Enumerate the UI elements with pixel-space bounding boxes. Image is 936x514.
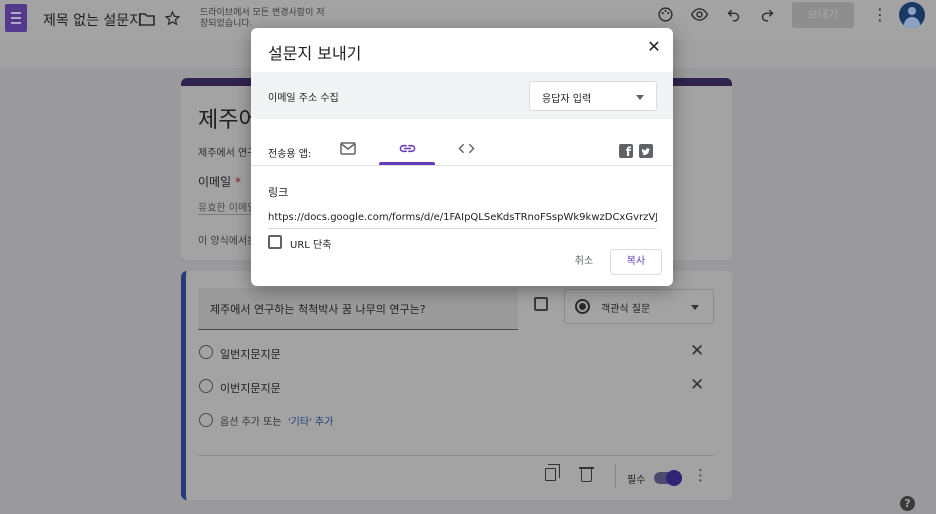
preview-icon[interactable] — [690, 7, 709, 25]
doc-title[interactable]: 제목 없는 설문지 — [43, 10, 142, 30]
undo-icon[interactable] — [726, 7, 741, 25]
form-description[interactable]: 제주에서 연구 — [198, 144, 256, 159]
option-label[interactable]: 이번지문지문 — [220, 380, 281, 396]
dialog-title: 설문지 보내기 — [268, 44, 362, 63]
or-text: 또는 — [263, 417, 282, 428]
link-icon — [399, 144, 416, 153]
more-vert-icon[interactable]: ⋮ — [872, 7, 888, 23]
twitter-icon[interactable] — [639, 144, 653, 158]
help-icon[interactable]: ? — [900, 496, 915, 511]
collect-email-row: 이메일 주소 수집 응답자 입력 — [251, 72, 673, 119]
copy-button[interactable]: 복사 — [610, 249, 662, 275]
email-question-label: 이메일 * — [198, 175, 241, 189]
save-status: 드라이브에서 모든 변경사항이 저장되었습니다. — [200, 8, 325, 29]
email-underline — [198, 214, 253, 215]
forms-logo-icon[interactable] — [5, 4, 27, 32]
question-more-icon[interactable]: ⋮ — [693, 468, 708, 483]
option-label[interactable]: 일번지문지문 — [220, 346, 281, 362]
radio-checked-icon — [575, 299, 590, 314]
required-label: 필수 — [627, 475, 646, 486]
tab-embed[interactable] — [438, 134, 494, 166]
shorten-url-label[interactable]: URL 단축 — [290, 236, 331, 251]
collect-email-value: 응답자 입력 — [542, 94, 592, 105]
question-type-select[interactable]: 객관식 질문 — [564, 289, 714, 324]
footer-divider — [615, 464, 616, 488]
send-form-dialog: 설문지 보내기 ✕ 이메일 주소 수집 응답자 입력 전송용 앱: f 링크 h… — [251, 28, 673, 286]
close-icon[interactable]: ✕ — [645, 38, 663, 56]
collect-email-select[interactable]: 응답자 입력 — [529, 81, 657, 111]
cancel-button[interactable]: 취소 — [563, 250, 605, 274]
dropdown-arrow-icon — [691, 305, 699, 310]
required-asterisk: * — [234, 175, 241, 189]
required-toggle[interactable] — [654, 470, 682, 486]
remove-option-icon[interactable]: ✕ — [690, 343, 704, 360]
option-radio-icon — [199, 379, 213, 393]
email-placeholder: 유효한 이메일 — [198, 203, 257, 214]
send-via-label: 전송용 앱: — [268, 149, 312, 160]
send-button[interactable]: 보내기 — [792, 2, 854, 28]
star-icon[interactable] — [164, 10, 181, 30]
duplicate-icon[interactable] — [545, 464, 560, 481]
account-avatar[interactable] — [899, 2, 925, 28]
question-type-label: 객관식 질문 — [601, 304, 651, 315]
remove-option-icon[interactable]: ✕ — [690, 377, 704, 394]
redo-icon[interactable] — [760, 7, 775, 25]
form-note: 이 양식에서는 — [198, 236, 257, 247]
shorten-url-checkbox[interactable] — [268, 235, 282, 249]
palette-icon[interactable] — [657, 6, 674, 26]
folder-icon[interactable] — [139, 12, 155, 29]
add-other-link[interactable]: '기타' 추가 — [288, 417, 333, 428]
form-title[interactable]: 제주어 — [198, 102, 259, 134]
add-option-row: 옵션 추가 또는 '기타' 추가 — [220, 413, 333, 428]
tab-divider — [251, 165, 673, 166]
delete-icon[interactable] — [579, 467, 594, 482]
add-image-icon[interactable] — [534, 297, 548, 311]
facebook-icon[interactable]: f — [619, 144, 633, 159]
option-radio-icon — [199, 345, 213, 359]
link-url-field[interactable]: https://docs.google.com/forms/d/e/1FAIpQ… — [268, 210, 657, 229]
add-option-link[interactable]: 옵션 추가 — [220, 417, 260, 428]
tab-email[interactable] — [320, 134, 376, 166]
link-heading: 링크 — [268, 186, 289, 199]
option-radio-icon — [199, 413, 213, 427]
question-title-input[interactable]: 제주에서 연구하는 척척박사 꿈 나무의 연구는? — [198, 288, 518, 330]
collect-email-label: 이메일 주소 수집 — [268, 93, 339, 104]
question-footer-divider — [198, 455, 714, 456]
dropdown-arrow-icon — [636, 95, 644, 100]
embed-code-icon — [458, 143, 475, 154]
email-icon — [340, 142, 356, 155]
